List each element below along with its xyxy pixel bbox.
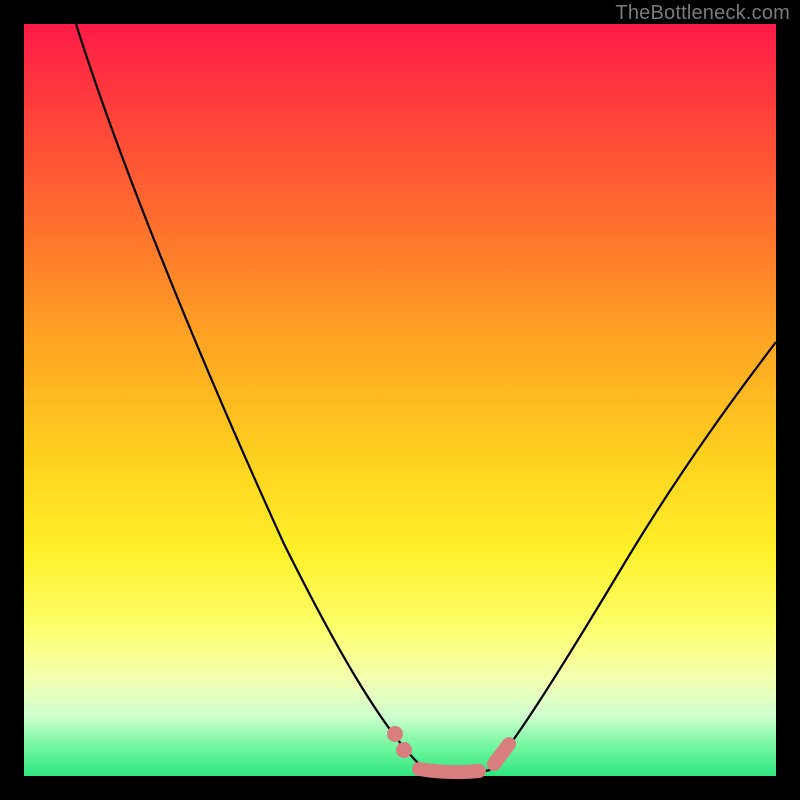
curve-right-arm xyxy=(490,342,776,770)
curve-left-arm xyxy=(76,24,430,770)
bottleneck-curve xyxy=(24,24,776,776)
marker-floor-segment xyxy=(419,769,479,772)
app-frame: TheBottleneck.com xyxy=(0,0,800,800)
watermark-text: TheBottleneck.com xyxy=(615,2,790,25)
marker-left-dot-upper xyxy=(387,726,403,742)
marker-left-dot-lower xyxy=(396,742,412,758)
marker-right-segment xyxy=(494,744,509,764)
chart-plot-area xyxy=(24,24,776,776)
